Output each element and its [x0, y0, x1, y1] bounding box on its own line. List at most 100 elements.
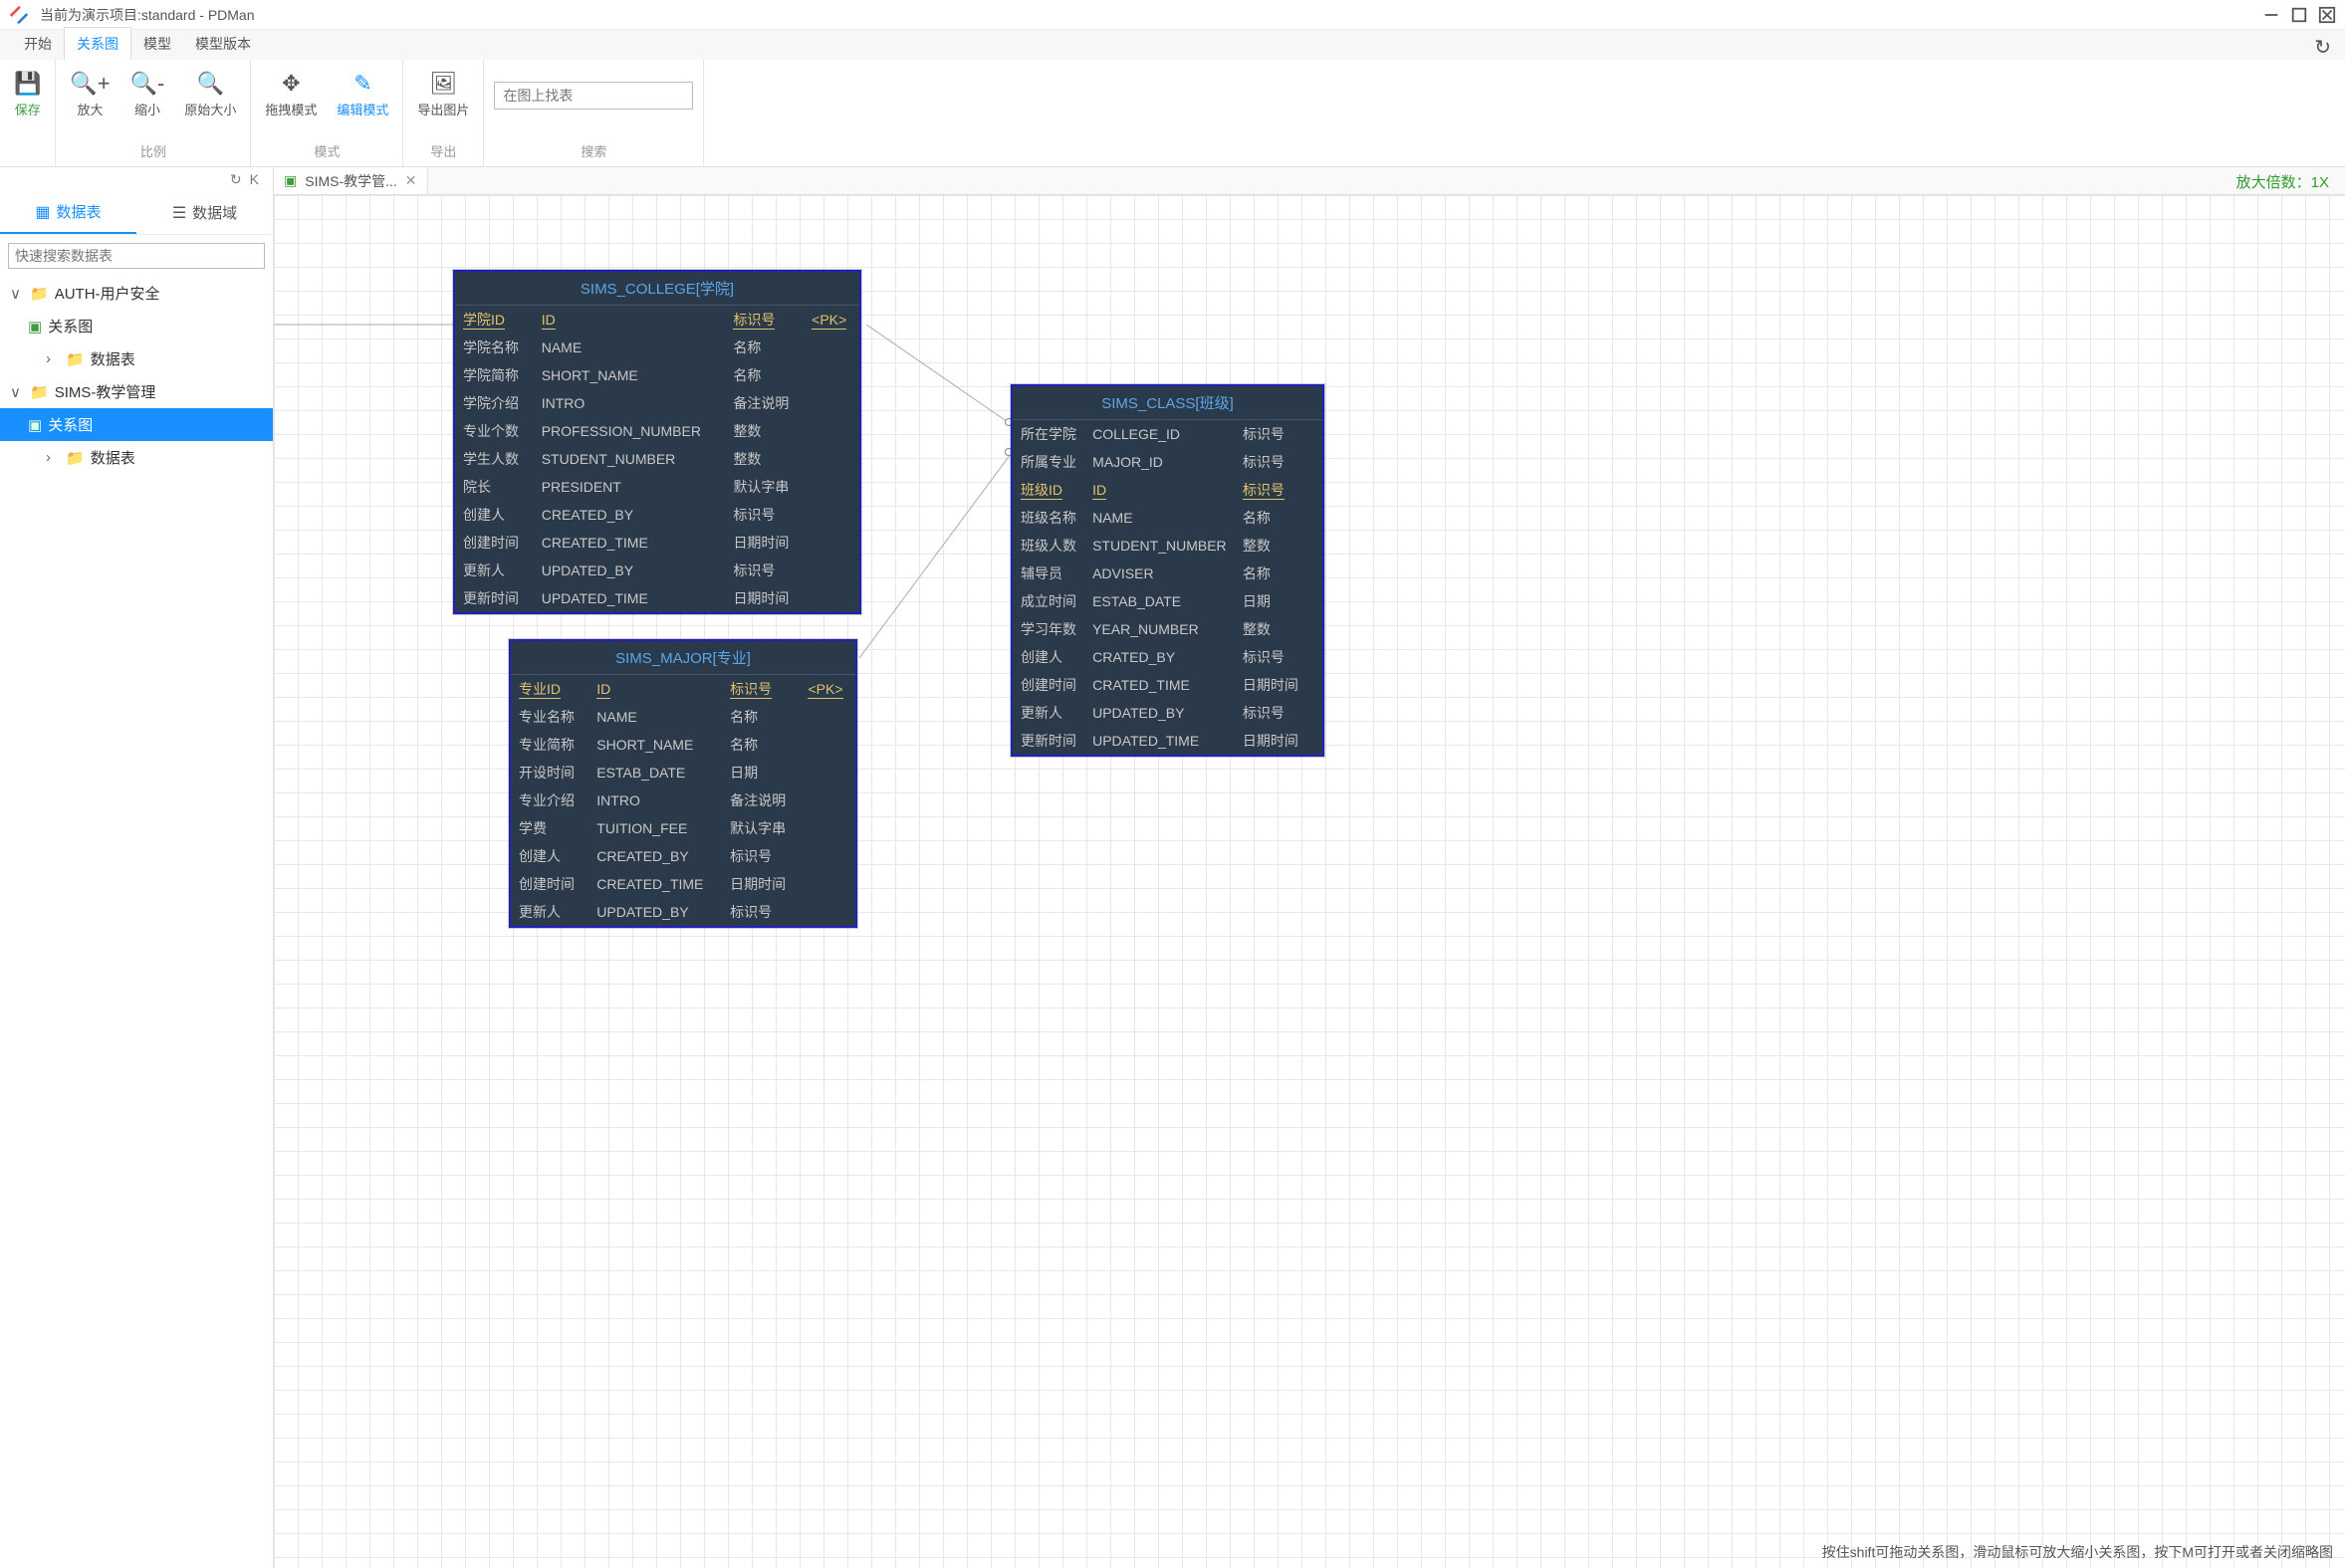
folder-icon: 📁 — [66, 350, 85, 368]
entity-header: SIMS_CLASS[班级] — [1013, 386, 1322, 420]
entity-field-row[interactable]: 学生人数STUDENT_NUMBER整数 — [455, 445, 859, 473]
entity-fields: 所在学院COLLEGE_ID标识号所属专业MAJOR_ID标识号班级IDID标识… — [1013, 420, 1322, 755]
folder-icon: 📁 — [30, 285, 49, 303]
maximize-icon[interactable] — [2289, 6, 2309, 24]
entity-field-row[interactable]: 专业简称SHORT_NAME名称 — [511, 731, 855, 759]
entity-field-row[interactable]: 专业名称NAME名称 — [511, 703, 855, 731]
zoom-in-button[interactable]: 🔍+放大 — [66, 68, 114, 120]
ribbon: 💾 保存 🔍+放大 🔍-缩小 🔍原始大小 比例 ✥拖拽模式 ✎编辑模式 模式 🖼… — [0, 60, 2345, 167]
sidebar-tab-tables[interactable]: ▦数据表 — [0, 191, 136, 234]
drag-mode-button[interactable]: ✥拖拽模式 — [261, 68, 321, 120]
entity-field-row[interactable]: 创建时间CREATED_TIME日期时间 — [455, 529, 859, 557]
entity-field-row[interactable]: 创建人CRATED_BY标识号 — [1013, 643, 1322, 671]
titlebar: 当前为演示项目:standard - PDMan — [0, 0, 2345, 30]
tree-search-input[interactable] — [8, 243, 265, 269]
entity-field-row[interactable]: 专业IDID标识号<PK> — [511, 675, 855, 703]
menutab-model-version[interactable]: 模型版本 — [183, 28, 263, 60]
zoom-reset-button[interactable]: 🔍原始大小 — [180, 68, 240, 120]
group-label-export: 导出 — [430, 137, 456, 164]
menu-tabs: 开始 关系图 模型 模型版本 ↻ — [0, 30, 2345, 60]
edit-mode-button[interactable]: ✎编辑模式 — [333, 68, 392, 120]
tree-node-auth-relation[interactable]: ▣关系图 — [0, 310, 273, 342]
close-icon[interactable] — [2317, 6, 2337, 24]
export-image-button[interactable]: 🖼导出图片 — [413, 68, 473, 120]
entity-field-row[interactable]: 学院名称NAME名称 — [455, 334, 859, 361]
grid-icon: ▦ — [35, 202, 50, 222]
close-tab-icon[interactable]: ✕ — [405, 172, 417, 189]
tree-node-sims[interactable]: ∨📁SIMS-教学管理 — [0, 375, 273, 408]
image-icon: 🖼 — [429, 70, 457, 98]
entity-field-row[interactable]: 学院介绍INTRO备注说明 — [455, 389, 859, 417]
sidebar-tab-domains[interactable]: ☰数据域 — [136, 191, 273, 234]
entity-field-row[interactable]: 班级名称NAME名称 — [1013, 504, 1322, 532]
entity-sims-college[interactable]: SIMS_COLLEGE[学院] 学院IDID标识号<PK>学院名称NAME名称… — [453, 270, 861, 614]
entity-field-row[interactable]: 更新时间UPDATED_TIME日期时间 — [1013, 727, 1322, 755]
ribbon-group-mode: ✥拖拽模式 ✎编辑模式 模式 — [251, 60, 403, 166]
entity-field-row[interactable]: 创建人CREATED_BY标识号 — [455, 501, 859, 529]
ribbon-group-export: 🖼导出图片 导出 — [403, 60, 484, 166]
canvas-wrap: ▣ SIMS-教学管... ✕ 放大倍数：1X SIMS_COLLEGE[学院]… — [274, 167, 2345, 1568]
entity-field-row[interactable]: 院长PRESIDENT默认字串 — [455, 473, 859, 501]
refresh-icon[interactable]: ↻ — [2314, 35, 2331, 60]
tree-node-sims-relation[interactable]: ▣关系图 — [0, 408, 273, 441]
ribbon-group-save: 💾 保存 — [0, 60, 56, 166]
menutab-model[interactable]: 模型 — [131, 28, 183, 60]
canvas-hint: 按住shift可拖动关系图，滑动鼠标可放大缩小关系图，按下M可打开或者关闭缩略图 — [1822, 1542, 2333, 1562]
entity-field-row[interactable]: 更新人UPDATED_BY标识号 — [1013, 699, 1322, 727]
ribbon-group-scale: 🔍+放大 🔍-缩小 🔍原始大小 比例 — [56, 60, 251, 166]
tree: ∨📁AUTH-用户安全 ▣关系图 ›📁数据表 ∨📁SIMS-教学管理 ▣关系图 … — [0, 277, 273, 1568]
tree-node-auth-tables[interactable]: ›📁数据表 — [0, 342, 273, 375]
entity-field-row[interactable]: 学院IDID标识号<PK> — [455, 306, 859, 334]
entity-field-row[interactable]: 专业介绍INTRO备注说明 — [511, 786, 855, 814]
entity-fields: 专业IDID标识号<PK>专业名称NAME名称专业简称SHORT_NAME名称开… — [511, 675, 855, 926]
sidebar-toolbar: ↻ K — [0, 167, 273, 191]
ribbon-group-search: 搜索 — [484, 60, 704, 166]
canvas-tab[interactable]: ▣ SIMS-教学管... ✕ — [274, 167, 428, 194]
entity-field-row[interactable]: 班级人数STUDENT_NUMBER整数 — [1013, 532, 1322, 560]
zoom-reset-icon: 🔍 — [197, 70, 224, 98]
group-label-scale: 比例 — [140, 137, 166, 164]
group-label-search: 搜索 — [581, 137, 606, 164]
diagram-canvas[interactable]: SIMS_COLLEGE[学院] 学院IDID标识号<PK>学院名称NAME名称… — [274, 195, 2345, 1568]
entity-field-row[interactable]: 所在学院COLLEGE_ID标识号 — [1013, 420, 1322, 448]
edit-icon: ✎ — [353, 70, 371, 98]
entity-field-row[interactable]: 更新人UPDATED_BY标识号 — [511, 898, 855, 926]
folder-icon: 📁 — [66, 449, 85, 467]
entity-header: SIMS_COLLEGE[学院] — [455, 272, 859, 306]
canvas-tabs: ▣ SIMS-教学管... ✕ — [274, 167, 2345, 195]
entity-field-row[interactable]: 创建时间CRATED_TIME日期时间 — [1013, 671, 1322, 699]
minimize-icon[interactable] — [2261, 6, 2281, 24]
entity-field-row[interactable]: 班级IDID标识号 — [1013, 476, 1322, 504]
entity-field-row[interactable]: 更新人UPDATED_BY标识号 — [455, 557, 859, 584]
zoom-out-button[interactable]: 🔍-缩小 — [126, 68, 169, 120]
entity-field-row[interactable]: 成立时间ESTAB_DATE日期 — [1013, 587, 1322, 615]
entity-sims-class[interactable]: SIMS_CLASS[班级] 所在学院COLLEGE_ID标识号所属专业MAJO… — [1011, 384, 1324, 757]
relation-icon: ▣ — [284, 172, 297, 189]
sidebar-tabs: ▦数据表 ☰数据域 — [0, 191, 273, 235]
entity-field-row[interactable]: 创建人CREATED_BY标识号 — [511, 842, 855, 870]
save-button[interactable]: 💾 保存 — [10, 68, 45, 120]
sidebar-refresh-icon[interactable]: ↻ — [230, 171, 242, 188]
list-icon: ☰ — [172, 203, 186, 223]
relation-icon: ▣ — [28, 416, 42, 434]
entity-field-row[interactable]: 创建时间CREATED_TIME日期时间 — [511, 870, 855, 898]
tree-node-auth[interactable]: ∨📁AUTH-用户安全 — [0, 277, 273, 310]
menutab-start[interactable]: 开始 — [12, 28, 64, 60]
entity-header: SIMS_MAJOR[专业] — [511, 641, 855, 675]
entity-field-row[interactable]: 开设时间ESTAB_DATE日期 — [511, 759, 855, 786]
entity-field-row[interactable]: 学院简称SHORT_NAME名称 — [455, 361, 859, 389]
entity-field-row[interactable]: 学习年数YEAR_NUMBER整数 — [1013, 615, 1322, 643]
zoom-level: 放大倍数：1X — [2236, 171, 2329, 192]
entity-sims-major[interactable]: SIMS_MAJOR[专业] 专业IDID标识号<PK>专业名称NAME名称专业… — [509, 639, 857, 928]
entity-field-row[interactable]: 所属专业MAJOR_ID标识号 — [1013, 448, 1322, 476]
menutab-relation[interactable]: 关系图 — [64, 27, 131, 60]
canvas-search-input[interactable] — [494, 82, 693, 110]
entity-field-row[interactable]: 更新时间UPDATED_TIME日期时间 — [455, 584, 859, 612]
tree-node-sims-tables[interactable]: ›📁数据表 — [0, 441, 273, 474]
sidebar-k-icon[interactable]: K — [250, 171, 259, 187]
entity-field-row[interactable]: 专业个数PROFESSION_NUMBER整数 — [455, 417, 859, 445]
entity-field-row[interactable]: 学费TUITION_FEE默认字串 — [511, 814, 855, 842]
entity-fields: 学院IDID标识号<PK>学院名称NAME名称学院简称SHORT_NAME名称学… — [455, 306, 859, 612]
entity-field-row[interactable]: 辅导员ADVISER名称 — [1013, 560, 1322, 587]
sidebar: ↻ K ▦数据表 ☰数据域 ∨📁AUTH-用户安全 ▣关系图 ›📁数据表 ∨📁S… — [0, 167, 274, 1568]
